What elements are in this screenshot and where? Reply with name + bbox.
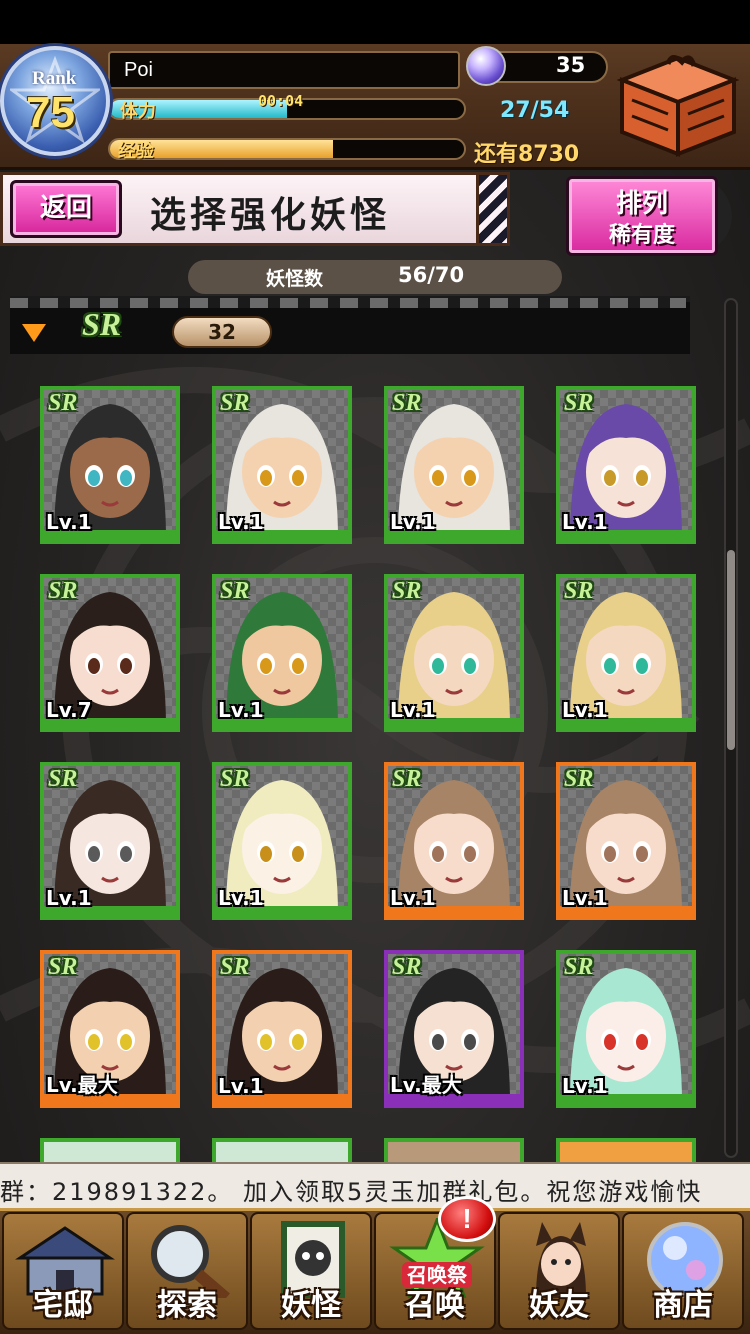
- card-level: Lv.1: [562, 1074, 608, 1098]
- rarity-badge: SR: [220, 390, 250, 416]
- monster-grid: SR Lv.1 SR Lv.1 SR Lv.1 SR Lv.1 SR Lv.7 SR Lv.1 SR Lv…: [0, 0, 750, 1334]
- rank-badge: Rank 75: [0, 46, 110, 156]
- notification-badge: !: [438, 1196, 496, 1242]
- nav-item-monster-scroll[interactable]: 妖怪: [250, 1212, 372, 1330]
- monster-card[interactable]: SR Lv.1: [40, 386, 180, 544]
- card-level: Lv.7: [46, 698, 92, 722]
- card-level: Lv.1: [218, 886, 264, 910]
- card-level: Lv.最大: [390, 1073, 462, 1097]
- monster-card[interactable]: SR Lv.1: [40, 762, 180, 920]
- nav-item-friend-catgirl[interactable]: 妖友: [498, 1212, 620, 1330]
- monster-card-partial[interactable]: [384, 1138, 524, 1162]
- monster-card[interactable]: SR Lv.1: [556, 762, 696, 920]
- rarity-badge: SR: [220, 954, 250, 980]
- rank-value: 75: [26, 88, 75, 137]
- ticker-text: 群：219891322。 加入领取5灵玉加群礼包。祝您游戏愉快: [0, 1178, 703, 1206]
- rarity-badge: SR: [564, 766, 594, 792]
- announcement-ticker: 群：219891322。 加入领取5灵玉加群礼包。祝您游戏愉快: [0, 1162, 750, 1208]
- rarity-badge: SR: [392, 766, 422, 792]
- rarity-badge: SR: [48, 390, 78, 416]
- nav-label: 妖怪: [281, 1288, 341, 1323]
- nav-label: 妖友: [529, 1288, 589, 1323]
- card-level: Lv.1: [218, 510, 264, 534]
- monster-card-partial[interactable]: [40, 1138, 180, 1162]
- monster-card[interactable]: SR Lv.最大: [40, 950, 180, 1108]
- monster-card-partial[interactable]: [556, 1138, 696, 1162]
- nav-item-magnifier[interactable]: 探索: [126, 1212, 248, 1330]
- card-level: Lv.1: [562, 886, 608, 910]
- card-level: Lv.1: [562, 698, 608, 722]
- rarity-badge: SR: [48, 578, 78, 604]
- nav-label: 召唤: [405, 1288, 465, 1323]
- monster-card[interactable]: SR Lv.1: [556, 574, 696, 732]
- card-level: Lv.1: [562, 510, 608, 534]
- nav-item-mansion[interactable]: 宅邸: [2, 1212, 124, 1330]
- monster-card[interactable]: SR Lv.1: [212, 950, 352, 1108]
- card-level: Lv.最大: [46, 1073, 118, 1097]
- nav-label: 探索: [157, 1288, 217, 1323]
- monster-card[interactable]: SR Lv.最大: [384, 950, 524, 1108]
- rarity-badge: SR: [564, 954, 594, 980]
- rarity-badge: SR: [564, 390, 594, 416]
- rarity-badge: SR: [48, 766, 78, 792]
- monster-card[interactable]: SR Lv.1: [556, 386, 696, 544]
- card-level: Lv.1: [218, 1074, 264, 1098]
- monster-card[interactable]: SR Lv.1: [212, 386, 352, 544]
- card-level: Lv.1: [390, 698, 436, 722]
- monster-card[interactable]: SR Lv.1: [556, 950, 696, 1108]
- card-level: Lv.1: [46, 510, 92, 534]
- nav-item-shop-orb[interactable]: 商店: [622, 1212, 744, 1330]
- card-level: Lv.1: [46, 886, 92, 910]
- rarity-badge: SR: [392, 578, 422, 604]
- rank-label: Rank: [32, 68, 77, 89]
- monster-card[interactable]: SR Lv.1: [384, 762, 524, 920]
- monster-card[interactable]: SR Lv.1: [384, 574, 524, 732]
- rarity-badge: SR: [220, 766, 250, 792]
- monster-card[interactable]: SR Lv.1: [212, 762, 352, 920]
- nav-label: 宅邸: [33, 1288, 93, 1323]
- monster-card[interactable]: SR Lv.7: [40, 574, 180, 732]
- rarity-badge: SR: [220, 578, 250, 604]
- monster-card-partial[interactable]: [212, 1138, 352, 1162]
- rarity-badge: SR: [564, 578, 594, 604]
- card-level: Lv.1: [390, 886, 436, 910]
- rarity-badge: SR: [392, 390, 422, 416]
- rarity-badge: SR: [392, 954, 422, 980]
- nav-label: 商店: [653, 1288, 713, 1323]
- card-level: Lv.1: [390, 510, 436, 534]
- game-screen: Rank 75 Poi 体力 00:04 经验 35 27/54 还有8730 …: [0, 0, 750, 1334]
- card-level: Lv.1: [218, 698, 264, 722]
- monster-card[interactable]: SR Lv.1: [212, 574, 352, 732]
- monster-card[interactable]: SR Lv.1: [384, 386, 524, 544]
- rarity-badge: SR: [48, 954, 78, 980]
